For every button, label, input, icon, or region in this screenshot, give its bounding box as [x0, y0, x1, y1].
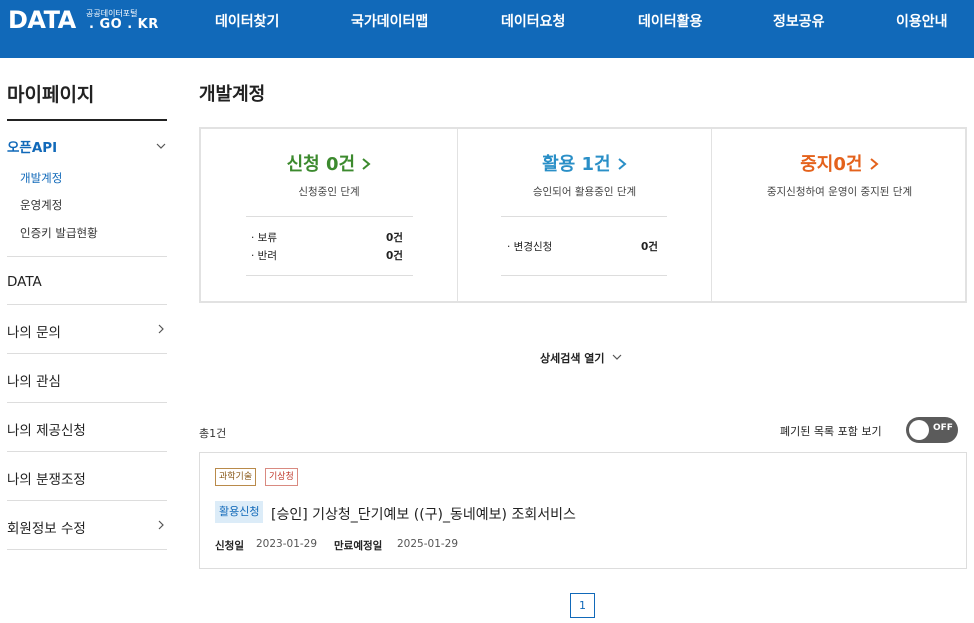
status-apply-label: 신청 0건 [286, 154, 356, 175]
include-discarded-toggle[interactable]: OFF [906, 417, 958, 443]
sidebar-item-dev-account[interactable]: 개발계정 [20, 170, 62, 186]
nav-item-data-usage[interactable]: 데이터활용 [638, 11, 702, 31]
expire-date-label: 만료예정일 [334, 540, 383, 552]
sidebar-item-my-provide-request[interactable]: 나의 제공신청 [7, 419, 86, 439]
status-badge: 활용신청 [215, 501, 264, 523]
sidebar-divider [7, 353, 167, 354]
toggle-state: OFF [933, 423, 953, 433]
sidebar-divider [7, 304, 167, 305]
main-nav: 데이터찾기 국가데이터맵 데이터요청 데이터활용 정보공유 이용안내 [0, 11, 974, 31]
pagination-page-1[interactable]: 1 [570, 593, 595, 618]
status-apply-desc: 신청중인 단계 [298, 186, 360, 198]
sidebar-item-key-status[interactable]: 인증키 발급현황 [20, 225, 98, 241]
sidebar-item-my-inquiry[interactable]: 나의 문의 [7, 321, 61, 341]
sidebar-item-op-account[interactable]: 운영계정 [20, 197, 62, 213]
status-row-value: 0건 [386, 250, 403, 262]
divider [246, 216, 413, 217]
status-row-label: · 반려 [251, 250, 277, 262]
sidebar-title-divider [7, 119, 167, 121]
status-summary-box: 신청 0건 신청중인 단계 · 보류 0건 · 반려 0건 활용 1건 승인되어… [199, 127, 967, 303]
apply-date-value: 2023-01-29 [256, 538, 318, 550]
detail-search-toggle[interactable]: 상세검색 열기 [540, 350, 622, 366]
status-usage: 활용 1건 승인되어 활용중인 단계 · 변경신청 0건 [458, 129, 711, 301]
chevron-down-icon [612, 354, 622, 360]
sidebar-divider [7, 256, 167, 257]
nav-item-data-request[interactable]: 데이터요청 [501, 11, 565, 31]
apply-date-label: 신청일 [215, 540, 244, 552]
result-count: 총1건 [199, 427, 227, 440]
expire-date-value: 2025-01-29 [397, 538, 459, 550]
status-row-value: 0건 [641, 241, 658, 253]
chevron-right-icon [618, 158, 627, 170]
chevron-right-icon[interactable] [155, 519, 167, 531]
include-discarded-label: 폐기된 목록 포함 보기 [780, 425, 882, 438]
sidebar-title: 마이페이지 [7, 84, 95, 106]
nav-item-data-map[interactable]: 국가데이터맵 [351, 11, 428, 31]
status-stop-desc: 중지신청하여 운영이 중지된 단계 [766, 186, 913, 198]
api-title-link[interactable]: [승인] 기상청_단기예보 ((구)_동네예보) 조회서비스 [271, 504, 576, 524]
sidebar-group-openapi[interactable]: 오픈API [7, 136, 57, 156]
status-row-value: 0건 [386, 232, 403, 244]
status-stop-label: 중지0건 [800, 154, 863, 175]
divider [246, 275, 413, 276]
status-apply-heading[interactable]: 신청 0건 [201, 150, 457, 176]
sidebar-divider [7, 402, 167, 403]
sidebar-item-data[interactable]: DATA [7, 274, 42, 290]
status-stop-heading[interactable]: 중지0건 [712, 150, 967, 176]
status-row-label: · 보류 [251, 232, 277, 244]
status-usage-desc: 승인되어 활용중인 단계 [532, 186, 637, 198]
nav-item-guide[interactable]: 이용안내 [896, 11, 948, 31]
divider [501, 216, 667, 217]
chevron-right-icon [362, 158, 371, 170]
status-stop: 중지0건 중지신청하여 운영이 중지된 단계 [712, 129, 967, 301]
sidebar-divider [7, 549, 167, 550]
status-usage-heading[interactable]: 활용 1건 [458, 150, 711, 176]
nav-item-data-search[interactable]: 데이터찾기 [215, 11, 279, 31]
chevron-up-icon[interactable] [155, 140, 167, 152]
detail-search-label: 상세검색 열기 [540, 352, 605, 365]
status-row-label: · 변경신청 [507, 241, 553, 253]
status-usage-label: 활용 1건 [542, 154, 611, 175]
toggle-knob [909, 420, 929, 440]
category-tag: 과학기술 [215, 468, 257, 486]
status-apply: 신청 0건 신청중인 단계 · 보류 0건 · 반려 0건 [201, 129, 457, 301]
chevron-right-icon[interactable] [155, 323, 167, 335]
chevron-right-icon [870, 158, 879, 170]
page-title: 개발계정 [199, 84, 266, 105]
sidebar-divider [7, 500, 167, 501]
sidebar-divider [7, 451, 167, 452]
sidebar-item-my-dispute[interactable]: 나의 분쟁조정 [7, 468, 86, 488]
sidebar-item-member-edit[interactable]: 회원정보 수정 [7, 517, 86, 537]
org-tag: 기상청 [265, 468, 298, 486]
divider [501, 275, 667, 276]
sidebar-item-my-interest[interactable]: 나의 관심 [7, 370, 61, 390]
nav-item-info-share[interactable]: 정보공유 [773, 11, 825, 31]
top-header: DATA 공공데이터포털 . GO . KR 데이터찾기 국가데이터맵 데이터요… [0, 0, 974, 58]
api-list-card[interactable]: 과학기술 기상청 활용신청 [승인] 기상청_단기예보 ((구)_동네예보) 조… [199, 452, 967, 569]
